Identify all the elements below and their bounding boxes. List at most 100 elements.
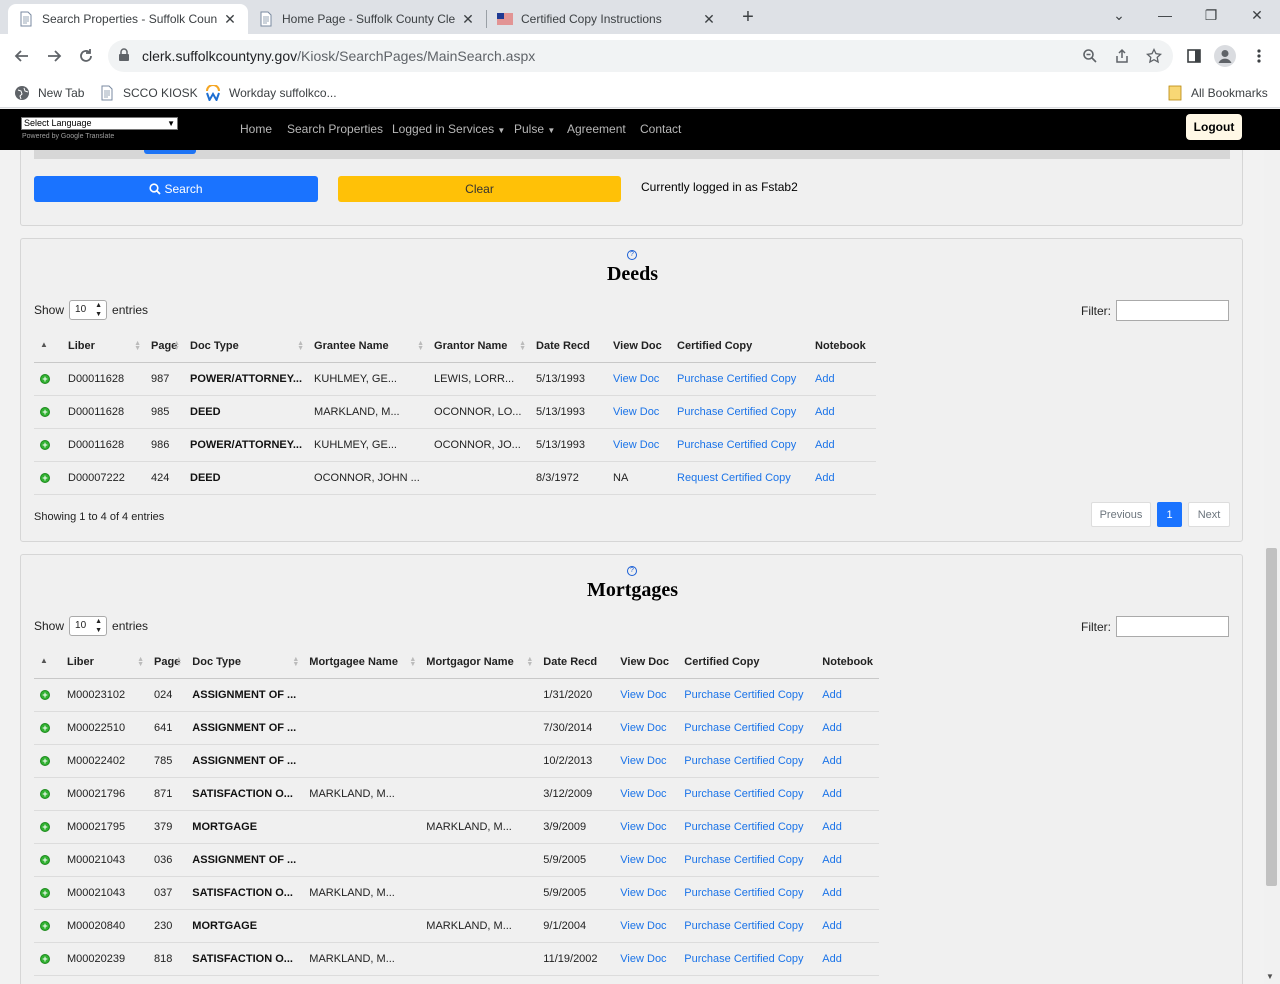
- view-doc-link[interactable]: View Doc: [620, 755, 666, 767]
- plus-circle-icon[interactable]: +: [40, 439, 50, 450]
- view-doc-link[interactable]: View Doc: [613, 406, 659, 418]
- bookmark-new-tab[interactable]: New Tab: [14, 82, 84, 104]
- column-header-liber[interactable]: Liber ▲ ▼: [62, 330, 145, 363]
- column-header-mortgagor-name[interactable]: Mortgagor Name ▲ ▼: [420, 646, 538, 679]
- scrollbar-thumb[interactable]: [1266, 548, 1277, 886]
- notebook-add-link[interactable]: Add: [822, 755, 842, 767]
- minimize-icon[interactable]: —: [1150, 4, 1180, 28]
- previous-page-button[interactable]: Previous: [1091, 502, 1151, 527]
- plus-circle-icon[interactable]: +: [40, 406, 50, 417]
- notebook-add-link[interactable]: Add: [815, 406, 835, 418]
- nav-agreement[interactable]: Agreement: [567, 122, 626, 136]
- plus-circle-icon[interactable]: +: [40, 689, 50, 700]
- plus-circle-icon[interactable]: +: [40, 953, 50, 964]
- tab-home-page[interactable]: Home Page - Suffolk County Cle ✕: [248, 4, 486, 34]
- certified-copy-link[interactable]: Purchase Certified Copy: [677, 406, 796, 418]
- back-icon[interactable]: [10, 44, 34, 68]
- view-doc-link[interactable]: View Doc: [620, 689, 666, 701]
- certified-copy-link[interactable]: Purchase Certified Copy: [677, 373, 796, 385]
- notebook-add-link[interactable]: Add: [815, 373, 835, 385]
- notebook-add-link[interactable]: Add: [822, 887, 842, 899]
- nav-contact[interactable]: Contact: [640, 122, 681, 136]
- notebook-add-link[interactable]: Add: [822, 920, 842, 932]
- column-header-date-recd[interactable]: Date Recd: [530, 330, 608, 363]
- notebook-add-link[interactable]: Add: [822, 689, 842, 701]
- column-header-date-recd[interactable]: Date Recd: [537, 646, 615, 679]
- mortgages-length-select[interactable]: 10 ▲ ▼: [69, 616, 108, 636]
- language-select[interactable]: Select Language ▼: [21, 117, 178, 130]
- notebook-add-link[interactable]: Add: [815, 472, 835, 484]
- view-doc-link[interactable]: View Doc: [620, 854, 666, 866]
- search-tab-button[interactable]: [144, 150, 196, 154]
- tab-search-chevron-icon[interactable]: ⌄: [1104, 4, 1134, 28]
- bookmark-scco-kiosk[interactable]: SCCO KIOSK: [99, 82, 198, 104]
- logout-button[interactable]: Logout: [1186, 114, 1242, 140]
- certified-copy-link[interactable]: Purchase Certified Copy: [684, 920, 803, 932]
- lock-icon[interactable]: [118, 48, 130, 65]
- help-circle-icon[interactable]: ?: [627, 250, 637, 260]
- view-doc-link[interactable]: View Doc: [613, 373, 659, 385]
- close-tab-icon[interactable]: ✕: [460, 11, 476, 27]
- certified-copy-link[interactable]: Purchase Certified Copy: [684, 887, 803, 899]
- deeds-filter-input[interactable]: [1116, 300, 1229, 321]
- plus-circle-icon[interactable]: +: [40, 472, 50, 483]
- notebook-add-link[interactable]: Add: [822, 788, 842, 800]
- close-tab-icon[interactable]: ✕: [222, 11, 238, 27]
- column-header-grantor-name[interactable]: Grantor Name ▲ ▼: [428, 330, 531, 363]
- certified-copy-link[interactable]: Purchase Certified Copy: [684, 722, 803, 734]
- kebab-menu-icon[interactable]: [1247, 44, 1271, 68]
- notebook-add-link[interactable]: Add: [822, 722, 842, 734]
- certified-copy-link[interactable]: Purchase Certified Copy: [684, 755, 803, 767]
- tab-certified-copy-instructions[interactable]: Certified Copy Instructions ✕: [487, 4, 727, 34]
- notebook-add-link[interactable]: Add: [822, 953, 842, 965]
- certified-copy-link[interactable]: Purchase Certified Copy: [677, 439, 796, 451]
- column-header-doc-type[interactable]: Doc Type ▲ ▼: [184, 330, 309, 363]
- help-circle-icon[interactable]: ?: [627, 566, 637, 576]
- bookmark-star-icon[interactable]: [1145, 47, 1163, 64]
- mortgages-filter-input[interactable]: [1116, 616, 1229, 637]
- certified-copy-link[interactable]: Purchase Certified Copy: [684, 854, 803, 866]
- notebook-add-link[interactable]: Add: [822, 821, 842, 833]
- plus-circle-icon[interactable]: +: [40, 821, 50, 832]
- side-panel-icon[interactable]: [1182, 44, 1206, 68]
- certified-copy-link[interactable]: Purchase Certified Copy: [684, 689, 803, 701]
- plus-circle-icon[interactable]: +: [40, 887, 50, 898]
- certified-copy-link[interactable]: Request Certified Copy: [677, 472, 791, 484]
- profile-avatar-icon[interactable]: [1213, 44, 1237, 68]
- close-tab-icon[interactable]: ✕: [701, 11, 717, 27]
- reload-icon[interactable]: [74, 44, 98, 68]
- plus-circle-icon[interactable]: +: [40, 920, 50, 931]
- notebook-add-link[interactable]: Add: [815, 439, 835, 451]
- zoom-icon[interactable]: [1082, 48, 1098, 64]
- all-bookmarks[interactable]: All Bookmarks: [1167, 82, 1268, 104]
- certified-copy-link[interactable]: Purchase Certified Copy: [684, 953, 803, 965]
- view-doc-link[interactable]: View Doc: [620, 953, 666, 965]
- nav-home[interactable]: Home: [240, 122, 272, 136]
- plus-circle-icon[interactable]: +: [40, 373, 50, 384]
- clear-button[interactable]: Clear: [338, 176, 621, 202]
- page-1-button[interactable]: 1: [1157, 502, 1182, 527]
- certified-copy-link[interactable]: Purchase Certified Copy: [684, 788, 803, 800]
- nav-search-properties[interactable]: Search Properties: [287, 122, 383, 136]
- nav-pulse[interactable]: Pulse ▼: [514, 122, 555, 136]
- certified-copy-link[interactable]: Purchase Certified Copy: [684, 821, 803, 833]
- next-page-button[interactable]: Next: [1188, 502, 1230, 527]
- column-header-page[interactable]: Page ▲ ▼: [145, 330, 184, 363]
- column-header-grantee-name[interactable]: Grantee Name ▲ ▼: [308, 330, 429, 363]
- address-bar[interactable]: clerk.suffolkcountyny.gov/Kiosk/SearchPa…: [108, 40, 1173, 72]
- column-header-page[interactable]: Page ▲ ▼: [148, 646, 187, 679]
- plus-circle-icon[interactable]: +: [40, 788, 50, 799]
- search-button[interactable]: Search: [34, 176, 318, 202]
- deeds-length-select[interactable]: 10 ▲ ▼: [69, 300, 108, 320]
- plus-circle-icon[interactable]: +: [40, 722, 50, 733]
- notebook-add-link[interactable]: Add: [822, 854, 842, 866]
- plus-circle-icon[interactable]: +: [40, 854, 50, 865]
- forward-icon[interactable]: [42, 44, 66, 68]
- view-doc-link[interactable]: View Doc: [620, 920, 666, 932]
- view-doc-link[interactable]: View Doc: [613, 439, 659, 451]
- nav-logged-in-services[interactable]: Logged in Services ▼: [392, 122, 505, 136]
- tab-search-properties[interactable]: Search Properties - Suffolk Coun ✕: [8, 4, 248, 34]
- new-tab-icon[interactable]: +: [736, 6, 760, 30]
- sort-asc-icon[interactable]: ▲: [40, 656, 48, 665]
- sort-asc-icon[interactable]: ▲: [40, 340, 48, 349]
